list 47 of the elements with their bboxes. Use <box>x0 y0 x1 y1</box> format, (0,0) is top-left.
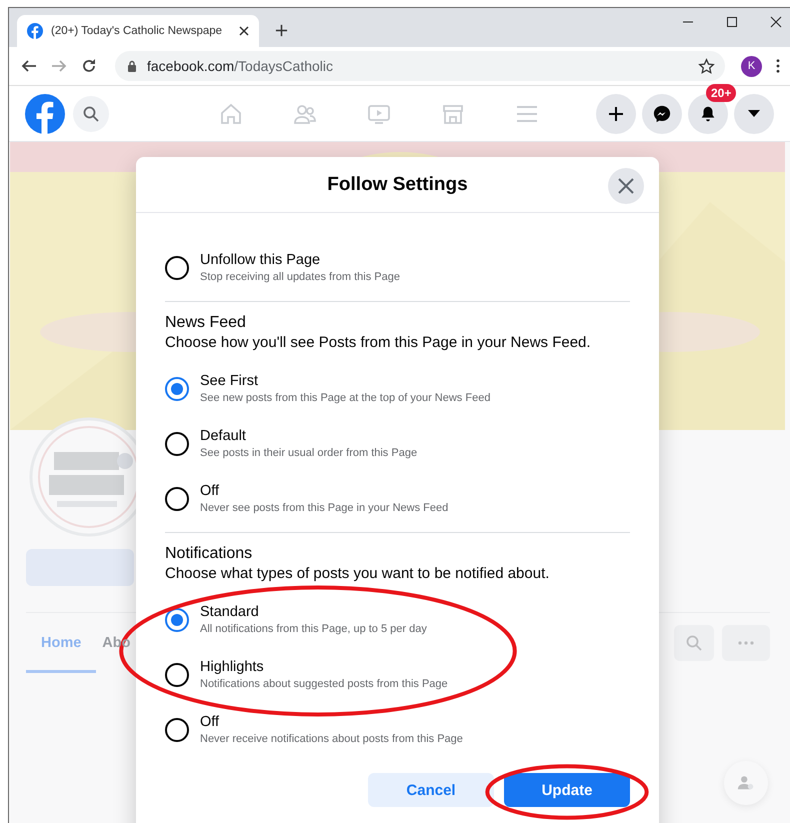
address-bar[interactable]: facebook.com/TodaysCatholic <box>115 51 725 81</box>
messenger-icon <box>653 104 671 122</box>
facebook-logo-icon[interactable] <box>25 94 65 134</box>
create-button[interactable] <box>596 94 636 134</box>
option-label: Standard <box>200 604 260 620</box>
cancel-button[interactable]: Cancel <box>368 773 494 807</box>
browser-tab[interactable]: (20+) Today's Catholic Newspape <box>17 15 259 47</box>
option-description: Notifications about suggested posts from this Page <box>200 678 448 690</box>
option-description: Never see posts from this Page in your News Feed <box>200 502 448 514</box>
option-description: All notifications from this Page, up to 5 per day <box>200 623 427 635</box>
close-icon[interactable] <box>239 26 249 36</box>
menu-icon[interactable] <box>776 59 780 73</box>
facebook-logo-icon <box>27 23 43 39</box>
plus-icon <box>608 106 624 122</box>
option-label: Default <box>200 428 247 444</box>
radio-button[interactable] <box>165 718 189 742</box>
notification-badge: 20+ <box>706 84 736 102</box>
option-description: See posts in their usual order from this Page <box>200 447 418 459</box>
option-description: Never receive notifications about posts from this Page <box>200 733 463 745</box>
reload-icon[interactable] <box>81 58 97 74</box>
url-text: facebook.com/TodaysCatholic <box>147 58 333 74</box>
option-label: Highlights <box>200 659 265 675</box>
radio-button[interactable] <box>165 486 189 510</box>
star-icon[interactable] <box>698 58 715 74</box>
new-tab-icon[interactable] <box>275 24 288 37</box>
profile-avatar[interactable]: K <box>741 56 762 76</box>
close-icon[interactable] <box>770 16 782 28</box>
back-arrow-icon[interactable] <box>21 58 37 74</box>
radio-button[interactable] <box>165 608 189 632</box>
update-button[interactable]: Update <box>504 773 630 807</box>
people-icon <box>737 774 755 792</box>
section-description: Choose what types of posts you want to be notified about. <box>165 564 550 584</box>
radio-button[interactable] <box>165 662 189 686</box>
lock-icon <box>127 60 137 72</box>
messenger-button[interactable] <box>642 94 682 134</box>
search-icon <box>83 106 99 122</box>
radio-button[interactable] <box>165 432 189 456</box>
account-button[interactable] <box>734 94 774 134</box>
search-icon <box>686 635 702 651</box>
search-button[interactable] <box>73 96 109 132</box>
option-label: Off <box>200 714 220 730</box>
maximize-icon[interactable] <box>726 16 738 28</box>
section-heading: Notifications <box>165 544 254 564</box>
tab-title: (20+) Today's Catholic Newspape <box>51 25 224 37</box>
option-label: Off <box>200 483 220 499</box>
bell-icon <box>699 104 717 122</box>
caret-icon <box>748 110 760 118</box>
